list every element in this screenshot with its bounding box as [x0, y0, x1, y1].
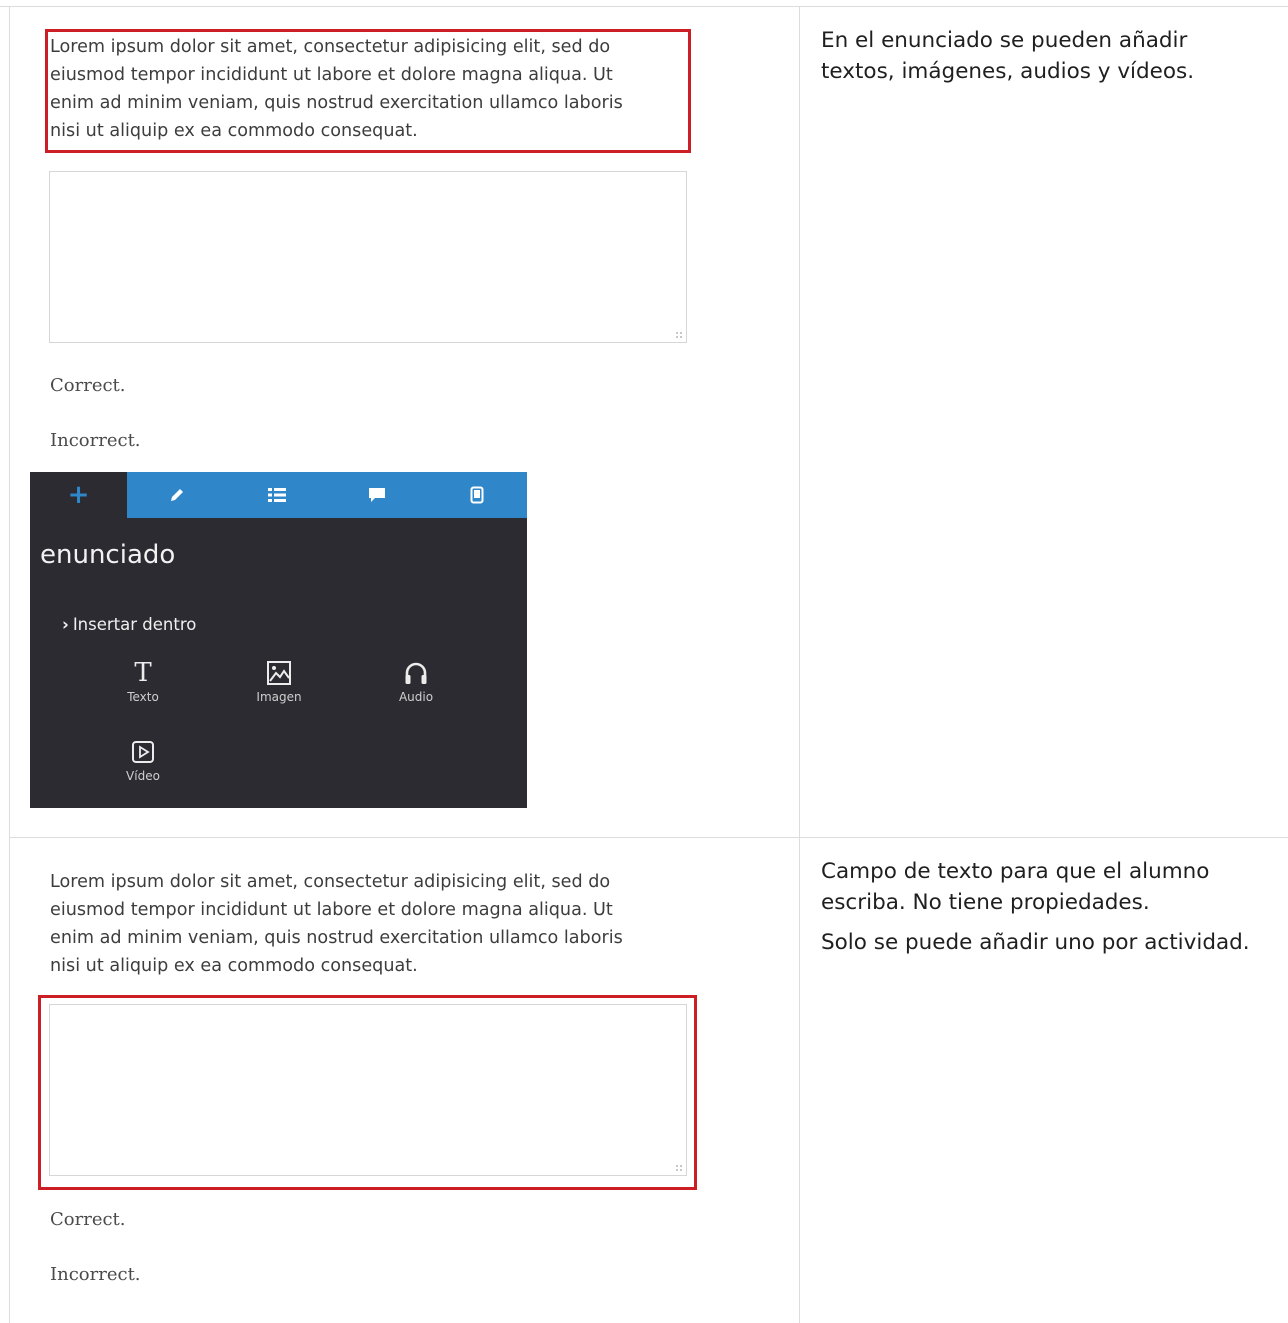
image-icon	[234, 658, 324, 688]
feedback-incorrect: Incorrect.	[50, 430, 141, 451]
description-text: En el enunciado se pueden añadir textos,…	[821, 28, 1195, 84]
pencil-icon	[168, 486, 186, 504]
mobile-icon	[470, 486, 484, 504]
insert-inside-toggle[interactable]: › Insertar dentro	[62, 615, 196, 634]
tool-audio[interactable]: Audio	[371, 658, 461, 704]
editor-tab-bar: +	[30, 472, 527, 518]
plus-icon: +	[67, 480, 90, 510]
description-text: Solo se puede añadir uno por actividad.	[821, 930, 1250, 955]
table-border-left	[9, 6, 10, 1323]
feedback-correct: Correct.	[50, 1209, 126, 1230]
prompt-line: Lorem ipsum dolor sit amet, consectetur …	[50, 872, 611, 892]
textarea-highlight	[38, 995, 697, 1190]
feedback-incorrect: Incorrect.	[50, 1264, 141, 1285]
video-icon	[98, 737, 188, 767]
prompt-text: Lorem ipsum dolor sit amet, consectetur …	[50, 868, 690, 980]
table-column-divider	[799, 6, 800, 1323]
tool-video[interactable]: Vídeo	[98, 737, 188, 783]
answer-textarea[interactable]	[49, 171, 687, 343]
editor-panel: + enunciado › Insertar dentro T Texto Im…	[30, 472, 527, 808]
row1-description: En el enunciado se pueden añadir textos,…	[821, 25, 1261, 96]
tool-image[interactable]: Imagen	[234, 658, 324, 704]
row2-description: Campo de texto para que el alumno escrib…	[821, 856, 1281, 967]
tool-label: Imagen	[256, 690, 302, 704]
prompt-line: eiusmod tempor incididunt ut labore et d…	[50, 900, 613, 920]
text-icon: T	[134, 658, 152, 688]
tab-add[interactable]: +	[30, 472, 127, 518]
feedback-correct: Correct.	[50, 375, 126, 396]
table-row-divider	[9, 837, 1288, 838]
headphones-icon	[371, 658, 461, 688]
prompt-highlight	[45, 29, 691, 153]
tab-device[interactable]	[427, 472, 527, 518]
panel-title: enunciado	[40, 540, 176, 570]
tool-text[interactable]: T Texto	[98, 658, 188, 704]
tool-label: Texto	[127, 690, 159, 704]
insert-inside-label: Insertar dentro	[72, 615, 197, 634]
comment-icon	[368, 487, 386, 503]
tab-feedback[interactable]	[327, 472, 427, 518]
resize-grip[interactable]	[675, 331, 683, 339]
description-text: Campo de texto para que el alumno escrib…	[821, 859, 1210, 915]
list-icon	[268, 487, 286, 503]
tab-edit[interactable]	[127, 472, 227, 518]
prompt-line: nisi ut aliquip ex ea commodo consequat.	[50, 956, 418, 976]
tool-label: Vídeo	[126, 769, 160, 783]
table-border-top	[0, 6, 1288, 7]
prompt-line: enim ad minim veniam, quis nostrud exerc…	[50, 928, 623, 948]
tab-list[interactable]	[227, 472, 327, 518]
tool-label: Audio	[398, 690, 434, 704]
chevron-right-icon: ›	[62, 615, 69, 634]
